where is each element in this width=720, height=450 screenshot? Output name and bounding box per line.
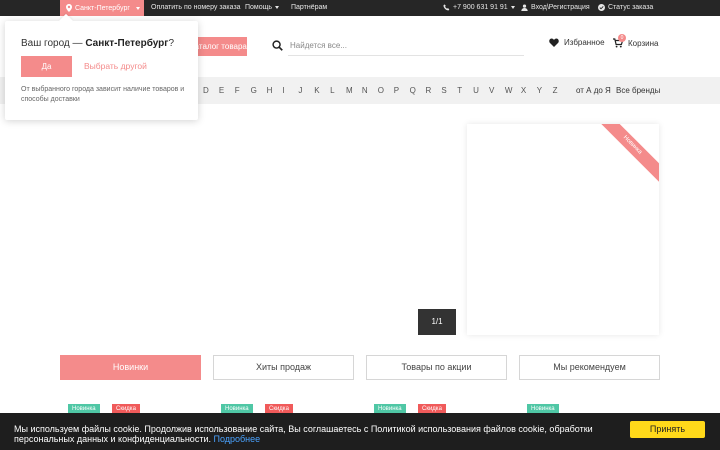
tab-promotions[interactable]: Товары по акции — [366, 355, 507, 380]
brand-letter-v[interactable]: V — [489, 86, 505, 95]
city-note: От выбранного города зависит наличие тов… — [21, 86, 185, 103]
catalog-button[interactable]: Каталог товара — [190, 37, 247, 56]
city-selector[interactable]: Санкт-Петербург — [60, 0, 144, 16]
slider-pager[interactable]: 1/1 — [418, 309, 456, 335]
brand-letters: DEFGHIJKLMNOPQRSTUVWXYZ — [203, 77, 568, 104]
favorites-link[interactable]: Избранное — [549, 38, 605, 47]
brand-letter-w[interactable]: W — [505, 86, 521, 95]
city-selector-label: Санкт-Петербург — [75, 4, 130, 12]
city-question-suffix: ? — [168, 38, 175, 49]
phone-link[interactable]: +7 900 631 91 91 — [443, 0, 515, 16]
favorites-label: Избранное — [564, 38, 605, 47]
brand-letter-m[interactable]: M — [346, 86, 362, 95]
search-icon[interactable] — [272, 40, 283, 51]
cookie-more-link[interactable]: Подробнее — [213, 434, 260, 444]
location-pin-icon — [66, 4, 72, 12]
brand-letter-h[interactable]: H — [267, 86, 283, 95]
confirm-city-button[interactable]: Да — [21, 56, 72, 77]
brand-letter-s[interactable]: S — [441, 86, 457, 95]
brand-letter-d[interactable]: D — [203, 86, 219, 95]
check-circle-icon — [598, 3, 605, 11]
brand-letter-y[interactable]: Y — [537, 86, 553, 95]
brand-letter-p[interactable]: P — [394, 86, 410, 95]
top-bar: Санкт-Петербург Оплатить по номеру заказ… — [0, 0, 720, 16]
brand-range-link[interactable]: от А до Я — [576, 77, 611, 104]
brand-letter-q[interactable]: Q — [410, 86, 426, 95]
partners-link[interactable]: Партнёрам — [291, 0, 327, 16]
pay-order-link[interactable]: Оплатить по номеру заказа — [151, 0, 241, 16]
login-link[interactable]: Вход\Регистрация — [521, 0, 590, 16]
tab-bestsellers[interactable]: Хиты продаж — [213, 355, 354, 380]
user-icon — [521, 4, 528, 11]
brand-letter-i[interactable]: I — [282, 86, 298, 95]
city-question-city: Санкт-Петербург — [85, 38, 169, 49]
tab-recommended[interactable]: Мы рекомендуем — [519, 355, 660, 380]
cookie-message: Мы используем файлы cookie. Продолжив ис… — [14, 424, 593, 444]
cookie-text: Мы используем файлы cookie. Продолжив ис… — [14, 424, 609, 444]
cart-link[interactable]: 0 Корзина — [613, 34, 659, 48]
order-status-link[interactable]: Статус заказа — [598, 0, 653, 16]
login-label: Вход\Регистрация — [531, 4, 590, 11]
order-status-label: Статус заказа — [608, 4, 654, 11]
cookie-banner: Мы используем файлы cookie. Продолжив ис… — [0, 413, 720, 450]
phone-icon — [443, 4, 450, 11]
chevron-down-icon — [510, 5, 515, 9]
chevron-down-icon — [135, 6, 140, 10]
cart-count-badge: 0 — [618, 34, 626, 42]
brand-letter-e[interactable]: E — [219, 86, 235, 95]
brand-letter-g[interactable]: G — [251, 86, 267, 95]
brand-letter-u[interactable]: U — [473, 86, 489, 95]
tab-new[interactable]: Новинки — [60, 355, 201, 380]
brand-letter-l[interactable]: L — [330, 86, 346, 95]
heart-icon — [549, 38, 559, 47]
new-ribbon: Новинка — [588, 124, 659, 189]
brand-letter-z[interactable]: Z — [553, 86, 569, 95]
brand-letter-r[interactable]: R — [425, 86, 441, 95]
accept-cookies-button[interactable]: Принять — [630, 421, 705, 438]
popup-arrow — [58, 13, 74, 29]
chevron-down-icon — [275, 5, 280, 9]
page: Санкт-Петербург Оплатить по номеру заказ… — [0, 0, 720, 450]
search-input[interactable] — [288, 36, 524, 56]
city-question: Ваш город — Санкт-Петербург? — [21, 38, 174, 49]
brand-letter-n[interactable]: N — [362, 86, 378, 95]
all-brands-link[interactable]: Все бренды — [616, 77, 660, 104]
help-menu[interactable]: Помощь — [245, 0, 280, 16]
brand-letter-o[interactable]: O — [378, 86, 394, 95]
cart-label: Корзина — [628, 38, 659, 48]
brand-letter-j[interactable]: J — [298, 86, 314, 95]
brand-letter-t[interactable]: T — [457, 86, 473, 95]
brand-letter-f[interactable]: F — [235, 86, 251, 95]
promo-card[interactable]: Новинка — [467, 124, 659, 335]
city-confirm-popup: Ваш город — Санкт-Петербург? Да Выбрать … — [5, 13, 198, 120]
brand-letter-x[interactable]: X — [521, 86, 537, 95]
help-menu-label: Помощь — [245, 4, 273, 11]
phone-number: +7 900 631 91 91 — [453, 4, 508, 11]
city-question-prefix: Ваш город — — [21, 38, 86, 49]
brand-letter-k[interactable]: K — [314, 86, 330, 95]
choose-other-city-link[interactable]: Выбрать другой — [84, 61, 147, 71]
